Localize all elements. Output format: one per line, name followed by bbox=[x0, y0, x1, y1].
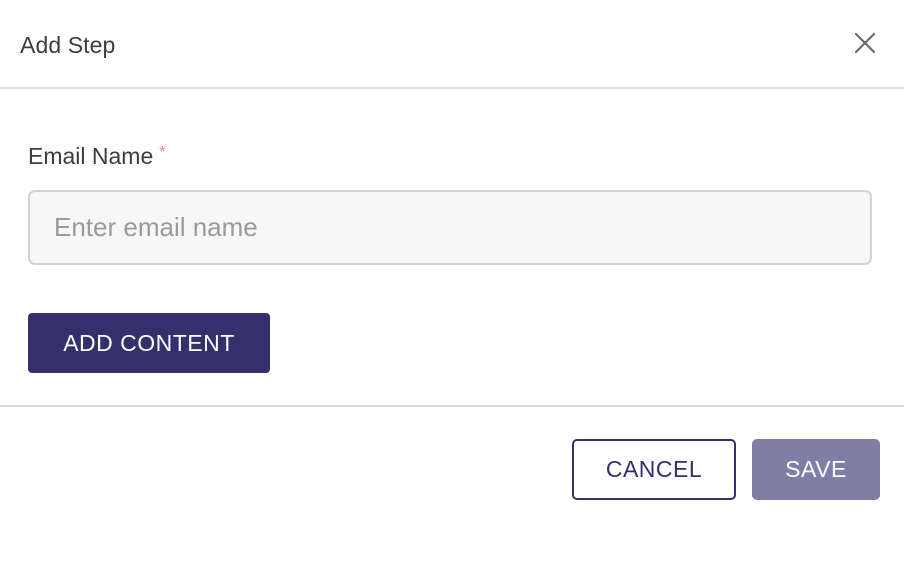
dialog-body: Email Name * ADD CONTENT bbox=[0, 89, 904, 407]
close-icon bbox=[854, 32, 876, 54]
dialog-header: Add Step bbox=[0, 0, 904, 89]
required-marker: * bbox=[159, 144, 166, 161]
email-name-label-text: Email Name bbox=[28, 143, 154, 169]
cancel-button[interactable]: CANCEL bbox=[572, 439, 736, 500]
close-button[interactable] bbox=[850, 28, 880, 58]
save-button[interactable]: SAVE bbox=[752, 439, 880, 500]
add-content-button[interactable]: ADD CONTENT bbox=[28, 313, 270, 373]
add-step-dialog: Add Step Email Name* ADD CONTENT CANCEL … bbox=[0, 0, 904, 566]
email-name-label: Email Name * bbox=[28, 143, 166, 170]
dialog-title: Add Step bbox=[20, 32, 116, 58]
email-name-input[interactable] bbox=[28, 190, 872, 265]
